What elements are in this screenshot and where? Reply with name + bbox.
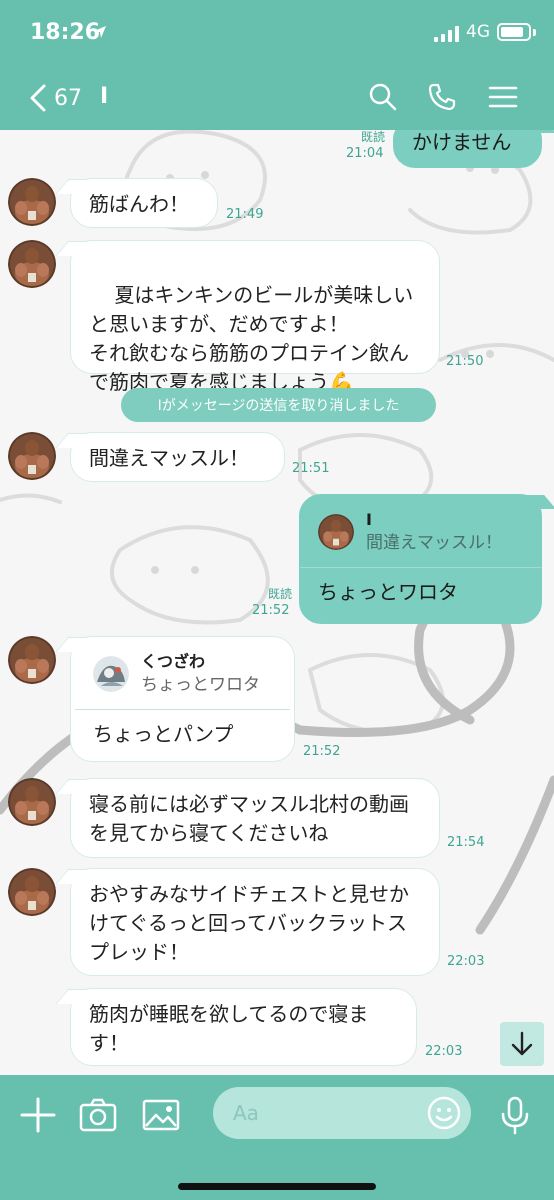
- unread-count: 67: [54, 85, 82, 111]
- battery-icon: [497, 23, 531, 41]
- network-type: 4G: [466, 22, 490, 42]
- reply-avatar: [318, 514, 354, 550]
- read-receipt: 既読: [360, 130, 385, 144]
- phone-icon[interactable]: [427, 82, 457, 112]
- message-bubble-incoming[interactable]: 寝る前には必ずマッスル北村の動画を見てから寝てくださいね: [70, 778, 440, 858]
- reply-sender-name: くつざわ: [141, 652, 206, 671]
- location-arrow-icon: [94, 26, 106, 38]
- message-bubble-incoming[interactable]: おやすみなサイドチェストと見せかけてぐるっと回ってバックラットスプレッド！: [70, 868, 440, 976]
- reply-sender-name: I: [366, 510, 372, 529]
- chat-area[interactable]: かけません 既読 21:04 筋ばんわ！ 21:49 夏はキンキンのビールが美味…: [0, 130, 554, 1075]
- message-bubble-outgoing[interactable]: かけません: [393, 130, 542, 168]
- message-bubble-incoming[interactable]: 筋肉が睡眠を欲してるので寝ます！: [70, 988, 417, 1066]
- reply-quote[interactable]: くつざわ ちょっとワロタ: [93, 651, 272, 697]
- message-bubble-incoming[interactable]: くつざわ ちょっとワロタ ちょっとパンプ: [70, 636, 295, 762]
- message-time: 21:54: [447, 835, 485, 850]
- message-time: 21:49: [226, 207, 264, 222]
- message-bubble-incoming[interactable]: 夏はキンキンのビールが美味しいと思いますが、だめですよ！ それ飲むなら筋筋のプロ…: [70, 240, 440, 394]
- menu-icon[interactable]: [488, 82, 518, 112]
- message-time: 21:04: [346, 146, 384, 161]
- message-text: 間違えマッスル！: [89, 446, 249, 470]
- search-icon[interactable]: [368, 82, 398, 112]
- input-bar: [0, 1075, 554, 1200]
- message-time: 21:50: [446, 354, 484, 369]
- message-bubble-incoming[interactable]: 筋ばんわ！: [70, 178, 218, 228]
- microphone-icon[interactable]: [495, 1095, 535, 1135]
- reply-divider: [75, 709, 290, 710]
- arrow-down-icon: [511, 1031, 533, 1056]
- system-message: Iがメッセージの送信を取り消しました: [121, 388, 436, 422]
- avatar[interactable]: [8, 636, 56, 684]
- message-text: 寝る前には必ずマッスル北村の動画を見てから寝てくださいね: [89, 792, 409, 845]
- home-indicator: [178, 1183, 376, 1190]
- avatar[interactable]: [8, 240, 56, 288]
- chat-title: I: [100, 84, 109, 109]
- message-text: 筋肉が睡眠を欲してるので寝ます！: [89, 1002, 369, 1055]
- signal-icon: [434, 26, 459, 42]
- avatar[interactable]: [8, 778, 56, 826]
- message-time: 21:51: [292, 461, 330, 476]
- reply-quote[interactable]: I 間違えマッスル！: [318, 509, 523, 555]
- message-bubble-outgoing[interactable]: I 間違えマッスル！ ちょっとワロタ: [299, 494, 542, 624]
- reply-avatar: [93, 656, 129, 692]
- plus-icon[interactable]: [18, 1095, 58, 1135]
- message-bubble-incoming[interactable]: 間違えマッスル！: [70, 432, 285, 482]
- message-time: 21:52: [303, 744, 341, 759]
- battery-tip: [533, 29, 536, 36]
- top-bar: 18:26 4G 67 I: [0, 0, 554, 130]
- avatar[interactable]: [8, 868, 56, 916]
- status-time: 18:26: [30, 20, 101, 45]
- image-icon[interactable]: [141, 1095, 181, 1135]
- message-text: かけません: [412, 130, 512, 154]
- avatar[interactable]: [8, 432, 56, 480]
- read-receipt: 既読: [267, 587, 292, 601]
- reply-quoted-text: 間違えマッスル！: [366, 533, 502, 553]
- scroll-to-bottom-button[interactable]: [500, 1022, 544, 1066]
- message-text: おやすみなサイドチェストと見せかけてぐるっと回ってバックラットスプレッド！: [89, 882, 409, 964]
- reply-quoted-text: ちょっとワロタ: [141, 675, 260, 695]
- reply-divider: [300, 567, 541, 568]
- message-text: 筋ばんわ！: [89, 192, 189, 216]
- back-button[interactable]: 67: [28, 78, 82, 118]
- message-text: ちょっとワロタ: [318, 580, 458, 604]
- message-text: ちょっとパンプ: [93, 722, 234, 746]
- emoji-icon[interactable]: [427, 1096, 461, 1130]
- camera-icon[interactable]: [78, 1095, 118, 1135]
- avatar[interactable]: [8, 178, 56, 226]
- message-time: 22:03: [425, 1044, 463, 1059]
- message-time: 21:52: [252, 603, 290, 618]
- back-chevron-icon: [30, 84, 46, 112]
- message-time: 22:03: [447, 954, 485, 969]
- status-bar: 18:26 4G: [0, 0, 554, 66]
